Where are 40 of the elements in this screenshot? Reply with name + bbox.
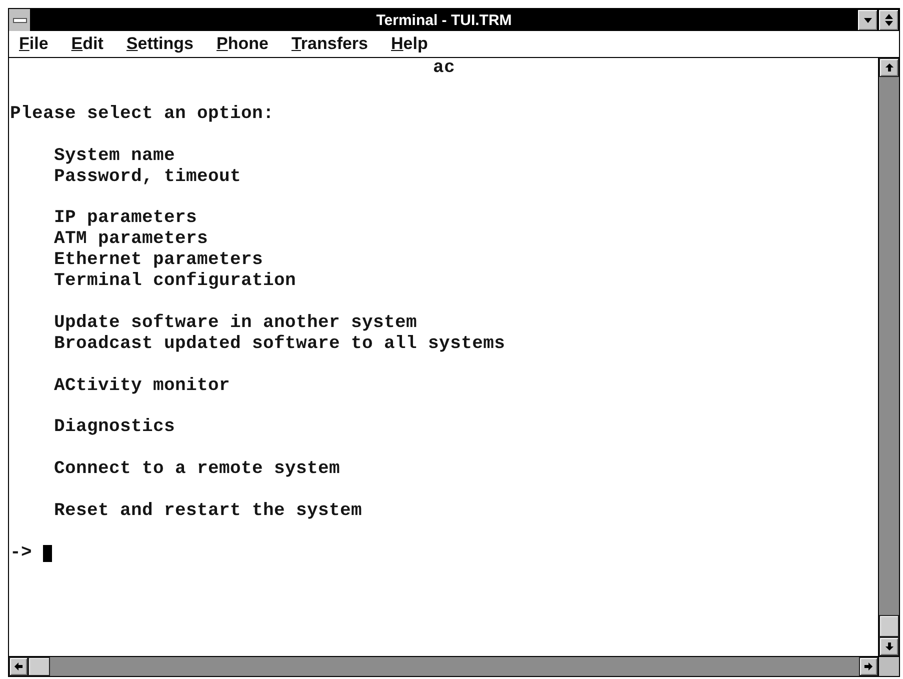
- menu-option-text: ACtivity monitor: [54, 376, 230, 397]
- terminal-text: Please select an option:: [10, 104, 274, 125]
- arrow-left-icon: [14, 662, 23, 671]
- arrow-up-icon: [884, 63, 894, 72]
- scroll-down-button[interactable]: [879, 637, 899, 656]
- menu-option-text: Broadcast updated software to all systems: [54, 334, 506, 355]
- scroll-thumb[interactable]: [879, 615, 899, 637]
- menu-option-text: Connect to a remote system: [54, 459, 340, 480]
- scroll-thumb[interactable]: [28, 657, 50, 676]
- menu-option-text: Password, timeout: [54, 166, 242, 188]
- menu-item[interactable]: Transfers: [289, 33, 370, 55]
- minimize-button[interactable]: [857, 9, 878, 31]
- menu-option-text: Diagnostics: [54, 417, 176, 438]
- menu-item[interactable]: Phone: [214, 33, 270, 55]
- menu-option-text: ATM parameters: [54, 229, 208, 250]
- prompt-text: ->: [10, 542, 32, 564]
- menu-option-text: Update software in another system: [54, 312, 418, 334]
- vertical-scrollbar[interactable]: [878, 58, 899, 656]
- menu-option-text: Ethernet parameters: [54, 250, 264, 272]
- arrow-right-icon: [864, 662, 873, 671]
- menu-item[interactable]: Settings: [124, 33, 196, 55]
- up-down-arrows-icon: [884, 14, 892, 26]
- caret-down-icon: [864, 18, 872, 22]
- terminal-header-text: ac: [432, 58, 455, 79]
- menu-option-text: Reset and restart the system: [54, 501, 362, 522]
- menu-option-text: System name: [54, 146, 176, 167]
- scroll-up-button[interactable]: [879, 58, 899, 77]
- horizontal-scrollbar[interactable]: [9, 657, 878, 676]
- menu-item[interactable]: Edit: [69, 33, 106, 55]
- menu-option-text: IP parameters: [54, 208, 198, 230]
- menu-item[interactable]: File: [17, 33, 50, 55]
- scroll-right-button[interactable]: [859, 657, 878, 676]
- control-menu-button[interactable]: [9, 9, 31, 31]
- restore-button[interactable]: [878, 9, 899, 31]
- arrow-down-icon: [884, 642, 894, 651]
- scroll-left-button[interactable]: [9, 657, 28, 676]
- menu-option-text: Terminal configuration: [54, 271, 296, 292]
- dash-icon: [12, 18, 26, 22]
- menu-item[interactable]: Help: [389, 33, 430, 55]
- window-title: Terminal - TUI.TRM: [376, 12, 512, 28]
